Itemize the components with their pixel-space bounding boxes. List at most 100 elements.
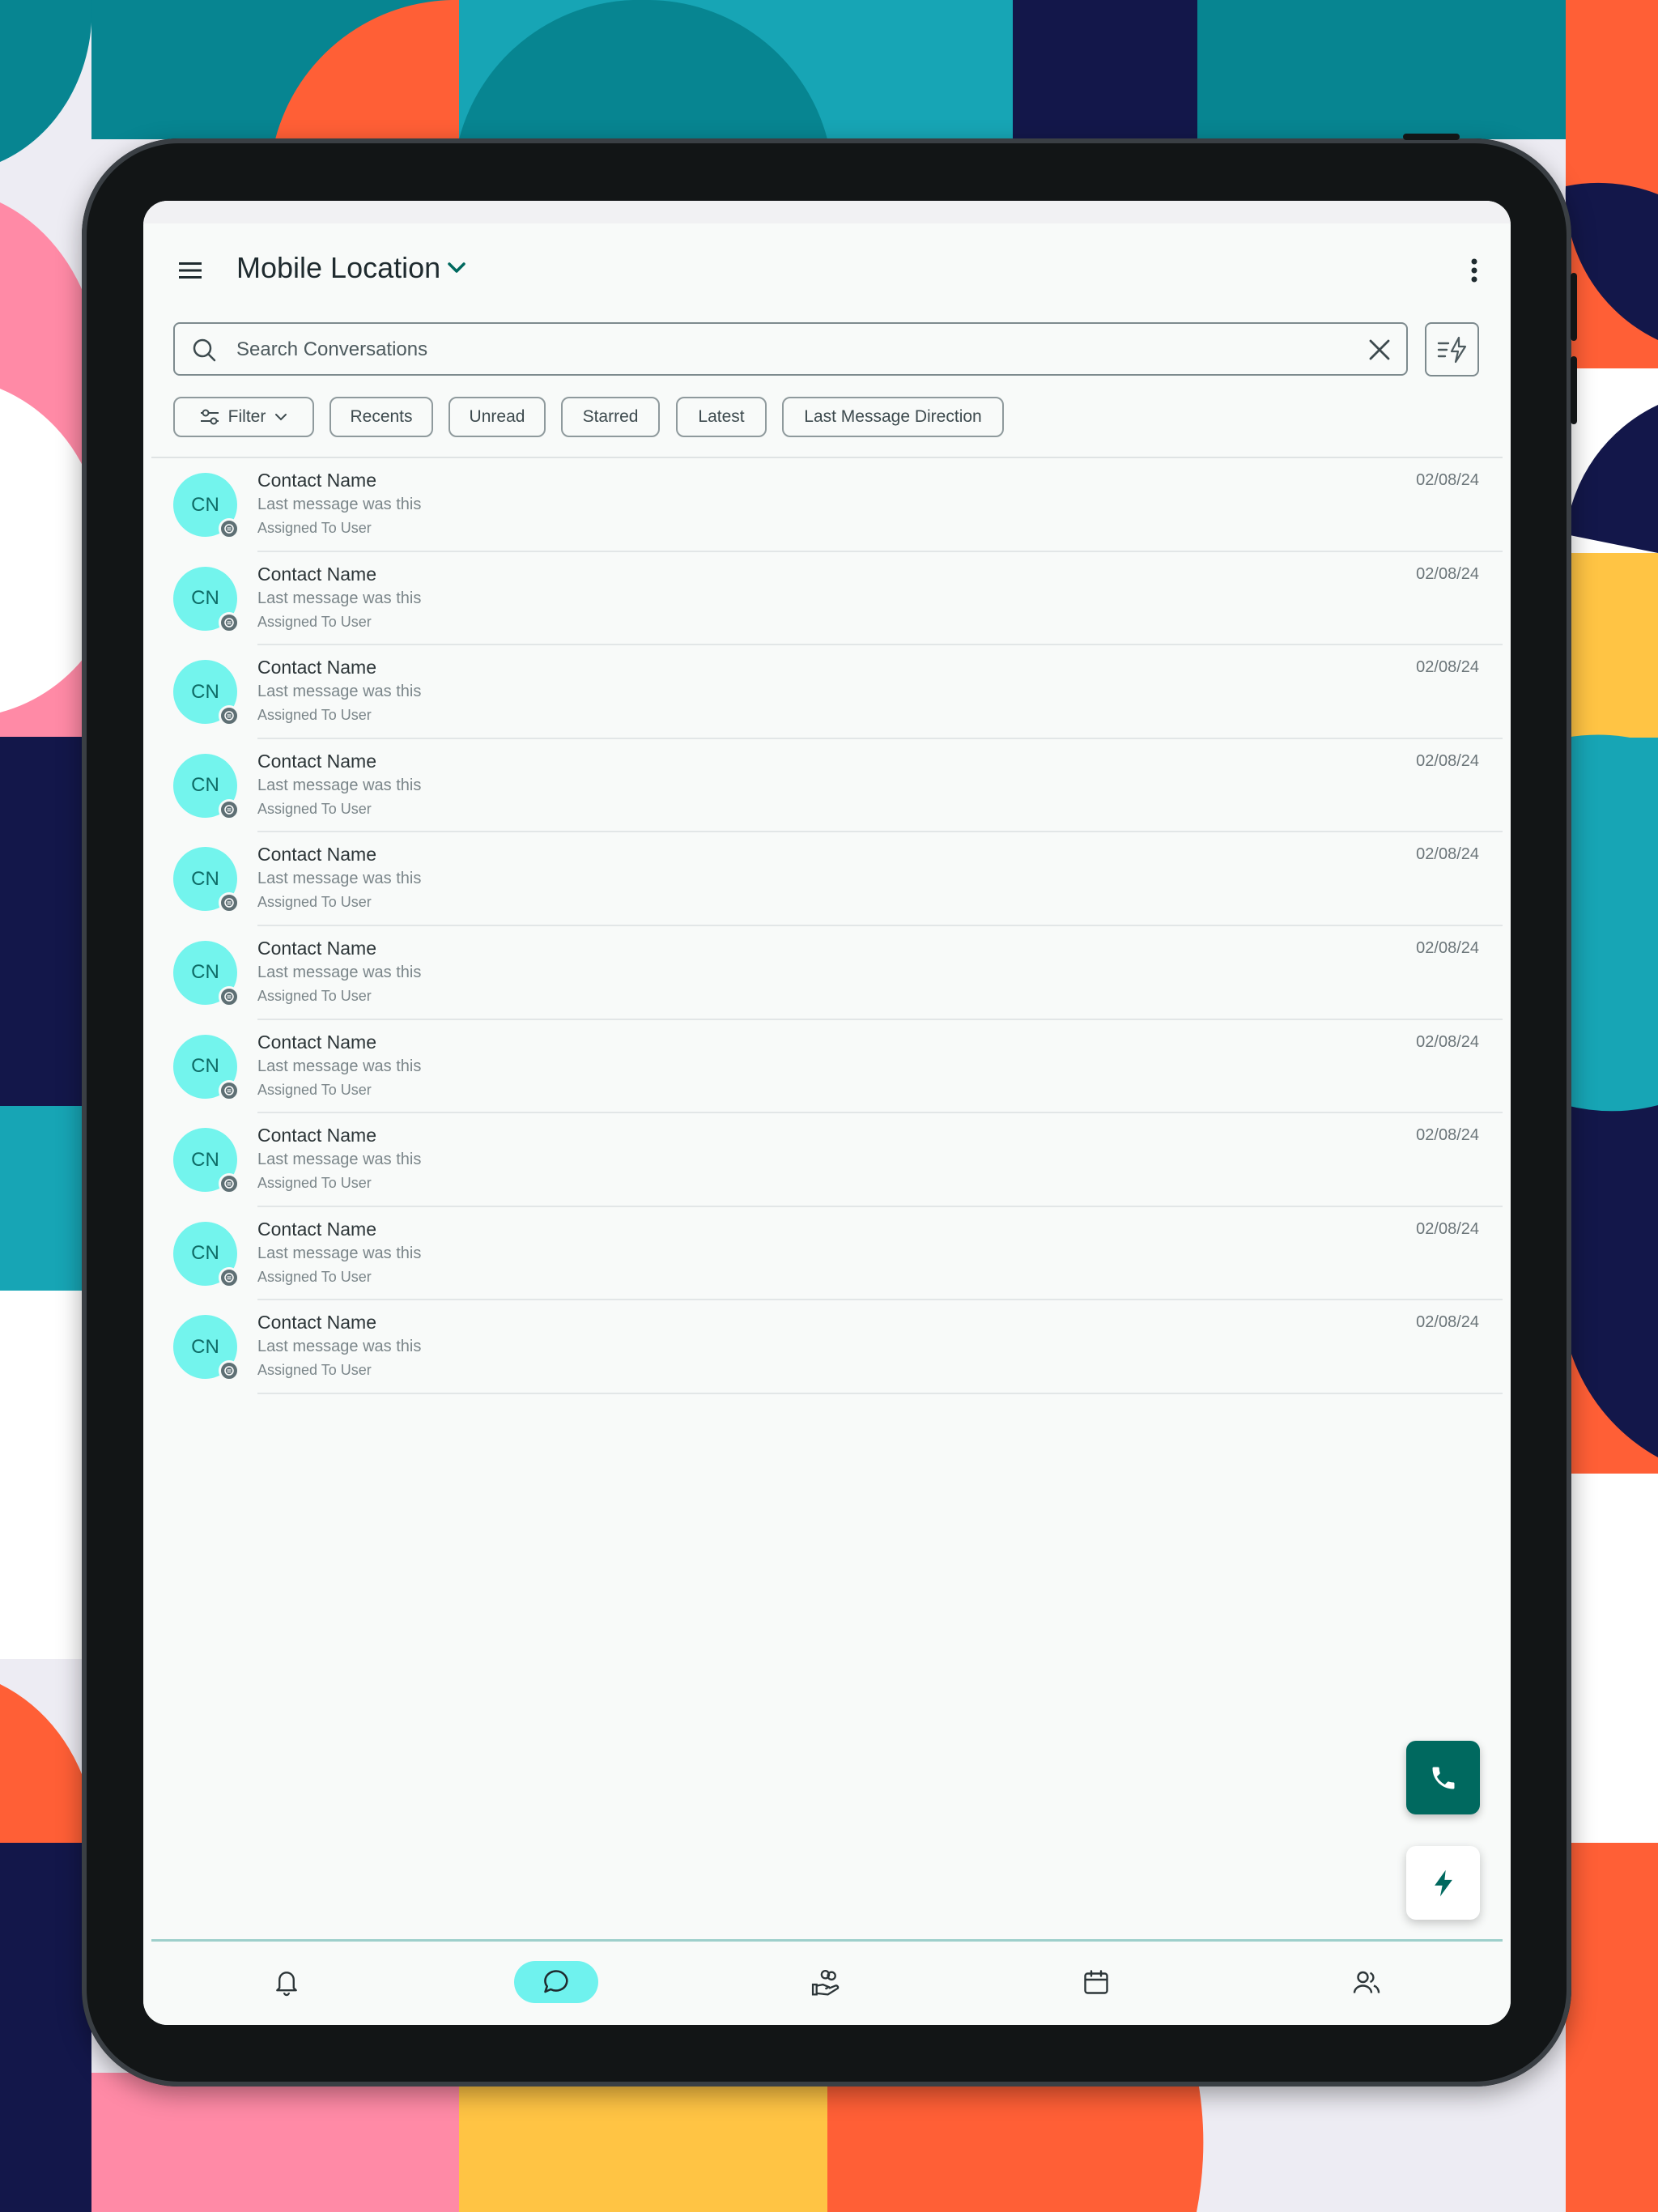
avatar: CN xyxy=(173,1315,240,1382)
contact-name: Contact Name xyxy=(257,844,377,866)
chip-last-message-direction[interactable]: Last Message Direction xyxy=(782,397,1004,437)
conversation-row[interactable]: CN Contact Name Last message was this As… xyxy=(143,1207,1511,1301)
avatar-initials: CN xyxy=(191,680,219,703)
assigned-user: Assigned To User xyxy=(257,800,372,817)
chip-filter[interactable]: Filter xyxy=(173,397,314,437)
message-date: 02/08/24 xyxy=(1416,1126,1479,1145)
bolt-icon xyxy=(1434,1870,1452,1896)
nav-opportunities[interactable] xyxy=(784,1961,869,2003)
device-power-button xyxy=(1403,134,1460,140)
close-icon[interactable] xyxy=(1367,338,1392,362)
chip-label: Last Message Direction xyxy=(804,407,982,426)
last-message: Last message was this xyxy=(257,963,422,981)
chip-label: Filter xyxy=(227,407,266,426)
message-date: 02/08/24 xyxy=(1416,564,1479,583)
users-icon xyxy=(1353,1971,1380,1993)
avatar-initials: CN xyxy=(191,493,219,516)
more-options-button[interactable] xyxy=(1452,248,1497,293)
chip-unread[interactable]: Unread xyxy=(449,397,546,437)
avatar: CN xyxy=(173,940,240,1007)
conversation-row[interactable]: CN Contact Name Last message was this As… xyxy=(143,458,1511,552)
message-date: 02/08/24 xyxy=(1416,658,1479,677)
chip-label: Latest xyxy=(698,407,745,426)
conversation-list: CN Contact Name Last message was this As… xyxy=(143,458,1511,1394)
chevron-down-icon xyxy=(275,414,287,421)
assigned-user: Assigned To User xyxy=(257,894,372,911)
location-selector[interactable]: Mobile Location xyxy=(236,251,466,285)
nav-conversations[interactable] xyxy=(514,1961,598,2003)
contact-name: Contact Name xyxy=(257,1218,377,1240)
avatar-initials: CN xyxy=(191,1055,219,1078)
contact-name: Contact Name xyxy=(257,750,377,772)
avatar: CN xyxy=(173,1221,240,1288)
last-message: Last message was this xyxy=(257,870,422,888)
message-date: 02/08/24 xyxy=(1416,845,1479,864)
nav-calendar[interactable] xyxy=(1054,1961,1138,2003)
row-divider xyxy=(257,1392,1503,1394)
avatar-initials: CN xyxy=(191,961,219,984)
assigned-user: Assigned To User xyxy=(257,613,372,630)
chip-starred[interactable]: Starred xyxy=(561,397,660,437)
assigned-user: Assigned To User xyxy=(257,707,372,724)
conversation-row[interactable]: CN Contact Name Last message was this As… xyxy=(143,1020,1511,1114)
page-title: Mobile Location xyxy=(236,251,441,284)
more-vertical-icon xyxy=(1471,258,1477,283)
chip-latest[interactable]: Latest xyxy=(676,397,767,437)
quick-action-button[interactable] xyxy=(1406,1846,1480,1920)
hamburger-menu-icon xyxy=(179,262,202,279)
hand-heart-icon xyxy=(811,1970,840,1996)
search-icon xyxy=(193,338,216,362)
last-message: Last message was this xyxy=(257,683,422,701)
last-message: Last message was this xyxy=(257,776,422,794)
chip-recents[interactable]: Recents xyxy=(329,397,433,437)
avatar: CN xyxy=(173,847,240,914)
last-message: Last message was this xyxy=(257,1057,422,1075)
conversation-row[interactable]: CN Contact Name Last message was this As… xyxy=(143,1300,1511,1394)
avatar-initials: CN xyxy=(191,1148,219,1171)
avatar-initials: CN xyxy=(191,774,219,797)
contact-name: Contact Name xyxy=(257,657,377,678)
avatar: CN xyxy=(173,660,240,727)
message-date: 02/08/24 xyxy=(1416,1219,1479,1238)
chat-bubble-icon xyxy=(219,985,240,1007)
call-button[interactable] xyxy=(1406,1741,1480,1814)
nav-contacts[interactable] xyxy=(1324,1961,1409,2003)
filter-bolt-icon xyxy=(1437,336,1466,363)
nav-notifications[interactable] xyxy=(244,1961,329,2003)
avatar-initials: CN xyxy=(191,867,219,890)
contact-name: Contact Name xyxy=(257,937,377,959)
avatar: CN xyxy=(173,566,240,633)
conversation-row[interactable]: CN Contact Name Last message was this As… xyxy=(143,926,1511,1020)
chevron-down-icon xyxy=(448,262,466,273)
assigned-user: Assigned To User xyxy=(257,1175,372,1192)
message-date: 02/08/24 xyxy=(1416,1032,1479,1051)
last-message: Last message was this xyxy=(257,589,422,607)
avatar-initials: CN xyxy=(191,587,219,610)
conversation-row[interactable]: CN Contact Name Last message was this As… xyxy=(143,832,1511,926)
device-volume-up-button xyxy=(1571,273,1577,341)
message-date: 02/08/24 xyxy=(1416,471,1479,489)
chat-bubble-icon xyxy=(219,518,240,539)
quick-filter-button[interactable] xyxy=(1425,322,1479,376)
contact-name: Contact Name xyxy=(257,1312,377,1334)
chat-bubble-icon xyxy=(219,1360,240,1382)
last-message: Last message was this xyxy=(257,1151,422,1169)
search-placeholder: Search Conversations xyxy=(236,338,428,360)
phone-icon xyxy=(1432,1767,1454,1789)
chip-label: Unread xyxy=(469,407,525,426)
menu-button[interactable] xyxy=(168,248,213,293)
conversation-row[interactable]: CN Contact Name Last message was this As… xyxy=(143,552,1511,646)
assigned-user: Assigned To User xyxy=(257,520,372,536)
avatar: CN xyxy=(173,1034,240,1101)
conversation-row[interactable]: CN Contact Name Last message was this As… xyxy=(143,739,1511,833)
avatar-initials: CN xyxy=(191,1242,219,1265)
device-volume-down-button xyxy=(1571,356,1577,424)
message-date: 02/08/24 xyxy=(1416,938,1479,957)
search-input[interactable]: Search Conversations xyxy=(173,322,1408,376)
conversation-row[interactable]: CN Contact Name Last message was this As… xyxy=(143,645,1511,739)
assigned-user: Assigned To User xyxy=(257,1081,372,1098)
assigned-user: Assigned To User xyxy=(257,987,372,1004)
conversation-row[interactable]: CN Contact Name Last message was this As… xyxy=(143,1113,1511,1207)
avatar: CN xyxy=(173,473,240,539)
chip-label: Starred xyxy=(582,407,639,426)
